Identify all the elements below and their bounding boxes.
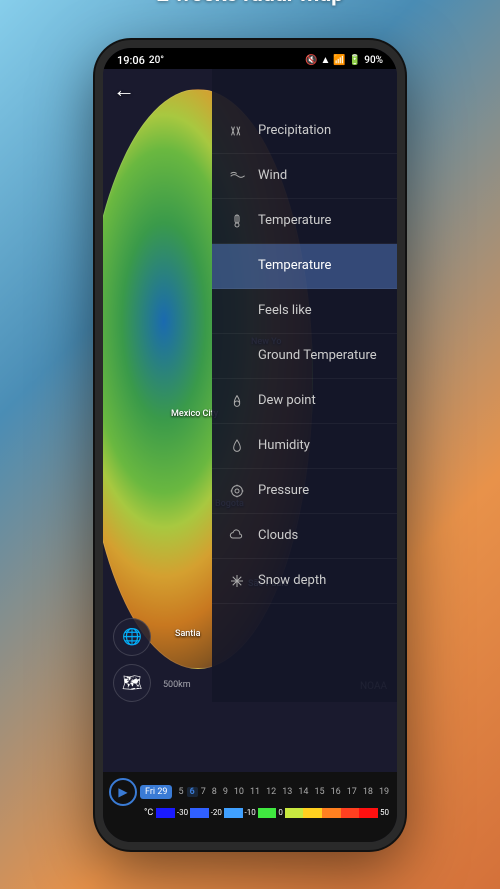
temp-display: 20° [149,55,164,66]
scale-seg-7 [322,808,341,818]
humidity-label: Humidity [258,438,310,453]
tnum-16[interactable]: 16 [328,787,344,797]
ground-temp-icon [226,345,248,367]
globe-button[interactable]: 🌐 [113,618,151,656]
feels-like-icon [226,300,248,322]
menu-item-temperature-active[interactable]: Temperature [212,244,397,289]
pressure-label: Pressure [258,483,309,498]
scale-seg-5 [285,808,304,818]
temperature-active-icon [226,255,248,277]
scale-seg-1 [156,808,175,818]
tnum-6[interactable]: 6 [187,787,198,797]
scale-n10: -10 [243,808,258,817]
tnum-15[interactable]: 15 [312,787,328,797]
humidity-icon [226,435,248,457]
scale-seg-4 [258,808,277,818]
tnum-17[interactable]: 17 [344,787,360,797]
scale-seg-2 [190,808,209,818]
menu-item-ground-temp[interactable]: Ground Temperature [212,334,397,379]
screen: New Yo Mexico City Bogota São Paulo Sant… [103,69,397,772]
tnum-18[interactable]: 18 [360,787,376,797]
dew-point-icon [226,390,248,412]
tnum-12[interactable]: 12 [263,787,279,797]
snow-icon [226,570,248,592]
timeline-row: ▶ Fri 29 5 6 7 8 9 10 11 12 13 14 15 16 … [109,776,391,808]
menu-item-feels-like[interactable]: Feels like [212,289,397,334]
temperature-active-label: Temperature [258,258,331,273]
phone-frame: 19:06 20° 🔇 ▲ 📶 🔋 90% New Yo Mexico City… [95,40,405,850]
scale-50: 50 [378,808,391,817]
page-title: 2 weeks radar map [157,0,344,7]
play-button[interactable]: ▶ [109,778,137,806]
menu-item-humidity[interactable]: Humidity [212,424,397,469]
scale-seg-9 [359,808,378,818]
distance-label: 500km [163,680,191,690]
play-icon: ▶ [118,785,127,799]
tnum-13[interactable]: 13 [279,787,295,797]
battery-icon: 🔋 [349,55,361,66]
tnum-14[interactable]: 14 [295,787,311,797]
bottom-controls: 🌐 🗺 [113,618,151,702]
dew-point-label: Dew point [258,393,316,408]
clouds-icon [226,525,248,547]
pressure-icon [226,480,248,502]
precipitation-icon [226,120,248,142]
back-button[interactable]: ← [113,77,135,103]
feels-like-label: Feels like [258,303,312,318]
tnum-19[interactable]: 19 [376,787,391,797]
timeline-numbers: 5 6 7 8 9 10 11 12 13 14 15 16 17 18 19 … [175,787,391,797]
bottom-bar: ▶ Fri 29 5 6 7 8 9 10 11 12 13 14 15 16 … [103,772,397,842]
scale-seg-3 [224,808,243,818]
menu-item-clouds[interactable]: Clouds [212,514,397,559]
tnum-9[interactable]: 9 [220,787,231,797]
precipitation-label: Precipitation [258,123,331,138]
city-santiago: Santia [175,629,200,639]
scale-seg-6 [303,808,322,818]
tnum-5[interactable]: 5 [175,787,186,797]
tnum-11[interactable]: 11 [247,787,263,797]
menu-item-temperature-icon[interactable]: Temperature [212,199,397,244]
tnum-7[interactable]: 7 [198,787,209,797]
time-display: 19:06 [117,54,145,67]
signal-icon: 📶 [333,55,345,66]
temperature-scale: °C -30 -20 -10 0 50 [109,808,391,818]
wind-icon [226,165,248,187]
status-bar: 19:06 20° 🔇 ▲ 📶 🔋 90% [103,48,397,69]
map-button[interactable]: 🗺 [113,664,151,702]
date-badge[interactable]: Fri 29 [140,785,172,799]
menu-item-precipitation[interactable]: Precipitation [212,109,397,154]
scale-n20: -20 [209,808,224,817]
scale-seg-8 [341,808,360,818]
snow-depth-label: Snow depth [258,573,326,588]
temp-unit: °C [144,808,153,818]
volume-icon: 🔇 [305,55,317,66]
clouds-label: Clouds [258,528,298,543]
menu-item-snow-depth[interactable]: Snow depth [212,559,397,604]
ground-temp-label: Ground Temperature [258,348,377,363]
tnum-8[interactable]: 8 [209,787,220,797]
battery-percent: 90% [364,55,383,66]
thermometer-icon [226,210,248,232]
menu-item-dew-point[interactable]: Dew point [212,379,397,424]
wifi-icon: ▲ [320,55,330,66]
temperature-icon-label: Temperature [258,213,331,228]
tnum-10[interactable]: 10 [231,787,247,797]
wind-label: Wind [258,168,287,183]
scale-n30: -30 [175,808,190,817]
menu-item-pressure[interactable]: Pressure [212,469,397,514]
menu-panel: Precipitation Wind Temperature [212,69,397,702]
scale-0: 0 [276,808,285,817]
menu-item-wind[interactable]: Wind [212,154,397,199]
